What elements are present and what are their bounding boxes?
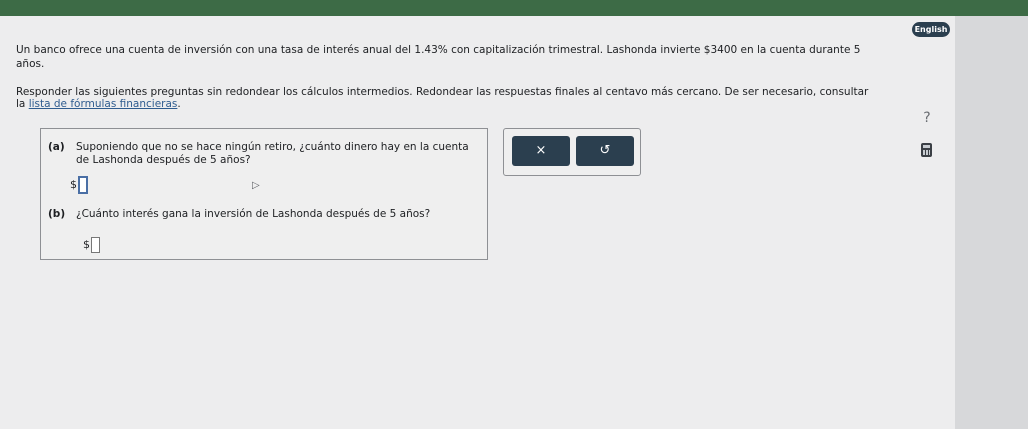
answer-a-input[interactable]: [78, 176, 88, 194]
clear-button[interactable]: ×: [512, 136, 570, 166]
question-a-label: (a): [48, 141, 65, 153]
top-bar: [0, 0, 1028, 16]
question-mark-icon[interactable]: ?: [917, 108, 937, 128]
instructions-line-1: Responder las siguientes preguntas sin r…: [16, 86, 869, 98]
instructions: Responder las siguientes preguntas sin r…: [16, 86, 896, 110]
mouse-pointer-icon: ▷: [252, 180, 260, 191]
right-margin: [955, 16, 1028, 429]
undo-button[interactable]: ↺: [576, 136, 634, 166]
question-b-text: ¿Cuánto interés gana la inversión de Las…: [76, 208, 431, 220]
problem-line-2: años.: [16, 58, 45, 70]
instructions-prefix: la: [16, 98, 29, 110]
instructions-suffix: .: [177, 98, 181, 110]
question-a-text: Suponiendo que no se hace ningún retiro,…: [76, 141, 469, 166]
problem-line-1: Un banco ofrece una cuenta de inversión …: [16, 44, 861, 56]
tool-panel: × ↺: [503, 128, 641, 176]
calculator-icon[interactable]: [921, 143, 932, 157]
currency-sign-b: $: [83, 238, 90, 251]
question-b-label: (b): [48, 208, 66, 220]
currency-sign-a: $: [70, 178, 77, 191]
question-box: (a) Suponiendo que no se hace ningún ret…: [40, 128, 488, 260]
language-button[interactable]: English: [912, 22, 950, 37]
formula-list-link[interactable]: lista de fórmulas financieras: [29, 98, 178, 110]
problem-statement: Un banco ofrece una cuenta de inversión …: [16, 43, 896, 71]
answer-a: $: [70, 176, 88, 194]
answer-b: $: [83, 237, 100, 253]
answer-b-input[interactable]: [91, 237, 100, 253]
instructions-line-2: la lista de fórmulas financieras.: [16, 98, 896, 110]
